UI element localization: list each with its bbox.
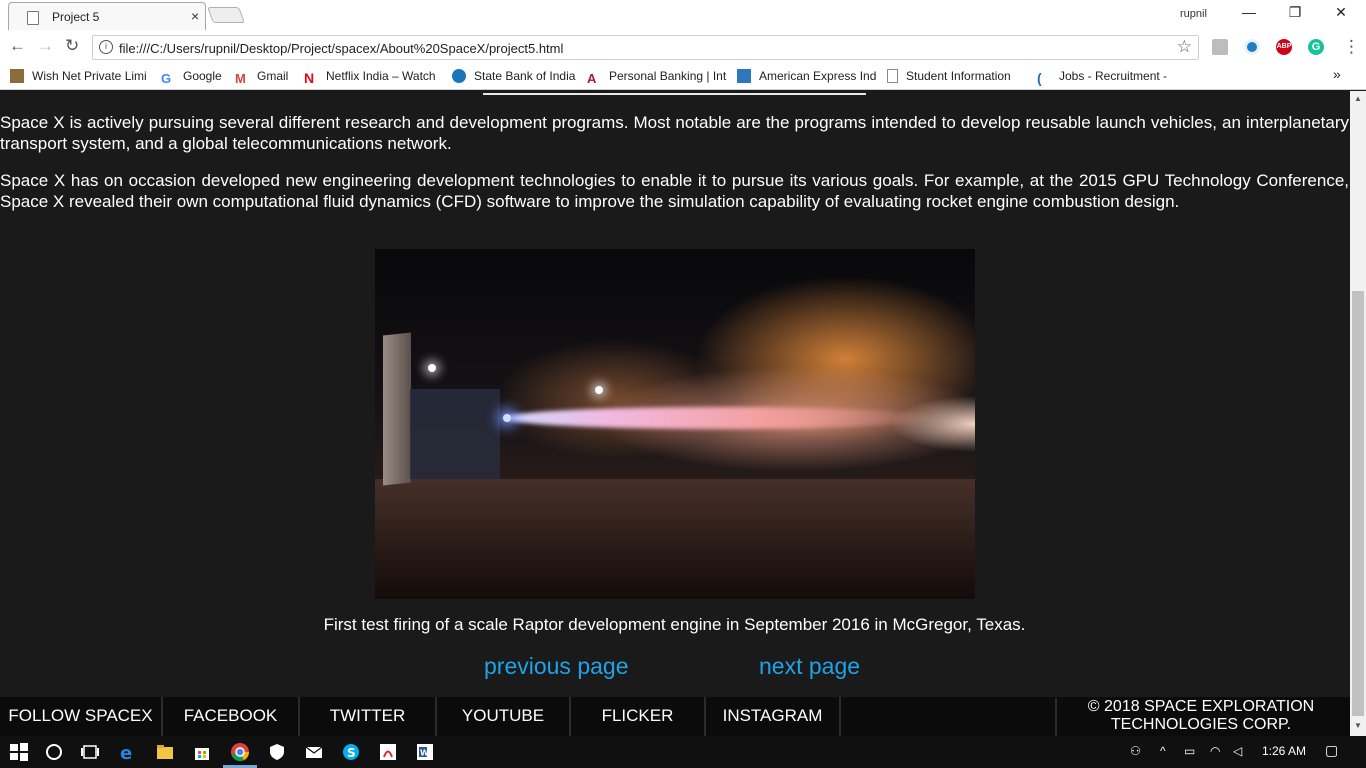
- ground: [375, 479, 975, 599]
- new-tab-button[interactable]: [207, 7, 245, 23]
- browser-toolbar: ← → ↻ i file:///C:/Users/rupnil/Desktop/…: [0, 32, 1366, 62]
- tab-close-icon[interactable]: ×: [191, 8, 199, 24]
- adblock-plus-icon[interactable]: ABP: [1276, 39, 1292, 55]
- bookmark-item[interactable]: American Express Ind: [737, 69, 876, 83]
- netflix-icon: N: [304, 70, 315, 86]
- scroll-down-arrow-icon[interactable]: ▼: [1354, 721, 1362, 730]
- instagram-link[interactable]: INSTAGRAM: [706, 697, 841, 736]
- svg-text:W: W: [420, 749, 429, 758]
- volume-icon[interactable]: ◁: [1233, 744, 1242, 758]
- raptor-engine-photo: [375, 249, 975, 599]
- bookmark-star-icon[interactable]: ☆: [1177, 37, 1192, 57]
- bookmark-item[interactable]: State Bank of India: [452, 69, 575, 83]
- mail-icon[interactable]: [304, 742, 324, 762]
- browser-tabstrip: Project 5 × rupnil — ❐ ✕: [0, 0, 1366, 32]
- edge-icon[interactable]: e: [118, 742, 138, 762]
- previous-page-link[interactable]: previous page: [484, 653, 629, 680]
- windows-taskbar: e S W ⚇ ^ ▭ ◠ ◁ 1:26 AM ▢: [0, 736, 1366, 768]
- google-icon: G: [161, 71, 172, 86]
- bookmark-item[interactable]: Wish Net Private Limi: [10, 69, 147, 83]
- extension-gray-icon[interactable]: [1212, 39, 1228, 55]
- action-center-icon[interactable]: ▢: [1325, 742, 1338, 759]
- scroll-thumb[interactable]: [1352, 291, 1364, 716]
- engine-exhaust-plume: [503, 407, 933, 429]
- grammarly-icon[interactable]: G: [1308, 39, 1324, 55]
- store-icon[interactable]: [192, 742, 212, 762]
- engine-nozzle-glow: [503, 414, 511, 422]
- minimize-button[interactable]: —: [1226, 4, 1272, 20]
- clock[interactable]: 1:26 AM: [1262, 744, 1306, 758]
- research-paragraph: Space X is actively pursuing several dif…: [0, 113, 1349, 153]
- skype-icon[interactable]: S: [341, 742, 361, 762]
- bookmarks-overflow-icon[interactable]: »: [1333, 66, 1341, 82]
- cortana-icon[interactable]: [44, 742, 64, 762]
- svg-text:e: e: [120, 743, 132, 762]
- technology-paragraph: Space X has on occasion developed new en…: [0, 171, 1349, 211]
- scroll-up-arrow-icon[interactable]: ▲: [1354, 94, 1362, 103]
- bookmark-item[interactable]: N Netflix India – Watch: [304, 69, 436, 86]
- copyright-line-1: © 2018 SPACE EXPLORATION: [1087, 698, 1315, 715]
- shield-icon[interactable]: [267, 742, 287, 762]
- bookmark-item[interactable]: (Jobs - Recruitment -: [1037, 69, 1167, 86]
- amex-icon: [737, 69, 751, 83]
- flicker-link[interactable]: FLICKER: [571, 697, 706, 736]
- footer: FOLLOW SPACEX FACEBOOK TWITTER YOUTUBE F…: [0, 697, 1350, 736]
- file-explorer-icon[interactable]: [155, 742, 175, 762]
- floodlight: [428, 364, 436, 372]
- divider: [483, 93, 866, 95]
- facebook-link[interactable]: FACEBOOK: [163, 697, 300, 736]
- wishnet-icon: [10, 69, 24, 83]
- page-content: Space X is actively pursuing several dif…: [0, 91, 1350, 736]
- page-scrollbar[interactable]: ▲ ▼: [1350, 91, 1366, 736]
- floodlight: [595, 386, 603, 394]
- bank-icon: A: [587, 71, 597, 86]
- wifi-icon[interactable]: ◠: [1210, 744, 1220, 758]
- acrobat-icon[interactable]: [378, 742, 398, 762]
- document-icon: [887, 69, 898, 83]
- twitter-link[interactable]: TWITTER: [300, 697, 437, 736]
- back-arrow-icon[interactable]: ←: [9, 36, 26, 56]
- battery-icon[interactable]: ▭: [1184, 744, 1195, 758]
- windows-start-icon[interactable]: [9, 742, 29, 762]
- maximize-button[interactable]: ❐: [1272, 4, 1318, 21]
- profile-name[interactable]: rupnil: [1180, 8, 1207, 20]
- word-icon[interactable]: W: [415, 742, 435, 762]
- gmail-icon: M: [235, 71, 246, 86]
- task-view-icon[interactable]: [80, 742, 100, 762]
- follow-spacex-label: FOLLOW SPACEX: [0, 697, 163, 736]
- reload-icon[interactable]: ↻: [65, 36, 79, 56]
- address-bar[interactable]: i file:///C:/Users/rupnil/Desktop/Projec…: [92, 35, 1199, 60]
- extension-blue-icon[interactable]: [1244, 39, 1260, 55]
- people-icon[interactable]: ⚇: [1130, 744, 1141, 758]
- bookmark-item[interactable]: Student Information: [887, 69, 1011, 83]
- sbi-icon: [452, 69, 466, 83]
- page-icon: [27, 11, 39, 25]
- bookmarks-bar: Wish Net Private Limi G Google M Gmail N Ne…: [0, 62, 1366, 90]
- bookmark-item[interactable]: G Google: [161, 69, 222, 86]
- next-page-link[interactable]: next page: [759, 653, 860, 680]
- copyright-line-2: TECHNOLOGIES CORP.: [1110, 716, 1292, 733]
- info-icon[interactable]: i: [99, 40, 113, 54]
- close-window-button[interactable]: ✕: [1318, 4, 1364, 21]
- copyright: © 2018 SPACE EXPLORATION TECHNOLOGIES CO…: [1055, 698, 1345, 736]
- bookmark-item[interactable]: A Personal Banking | Int: [587, 69, 726, 86]
- test-stand: [410, 389, 500, 479]
- test-stand-pillar: [383, 332, 411, 486]
- youtube-link[interactable]: YOUTUBE: [437, 697, 571, 736]
- chrome-icon[interactable]: [230, 742, 250, 762]
- url-text[interactable]: file:///C:/Users/rupnil/Desktop/Project/…: [119, 41, 563, 56]
- chrome-menu-icon[interactable]: ⋮: [1343, 37, 1360, 57]
- forward-arrow-icon[interactable]: →: [37, 36, 54, 56]
- tab-project-5[interactable]: Project 5 ×: [8, 2, 206, 30]
- photo-caption: First test firing of a scale Raptor deve…: [323, 615, 1026, 634]
- show-hidden-icons-chevron-icon[interactable]: ^: [1160, 744, 1166, 758]
- svg-text:S: S: [347, 746, 356, 760]
- bookmark-item[interactable]: M Gmail: [235, 69, 288, 86]
- jobs-icon: (: [1037, 70, 1042, 86]
- tab-title: Project 5: [52, 10, 100, 24]
